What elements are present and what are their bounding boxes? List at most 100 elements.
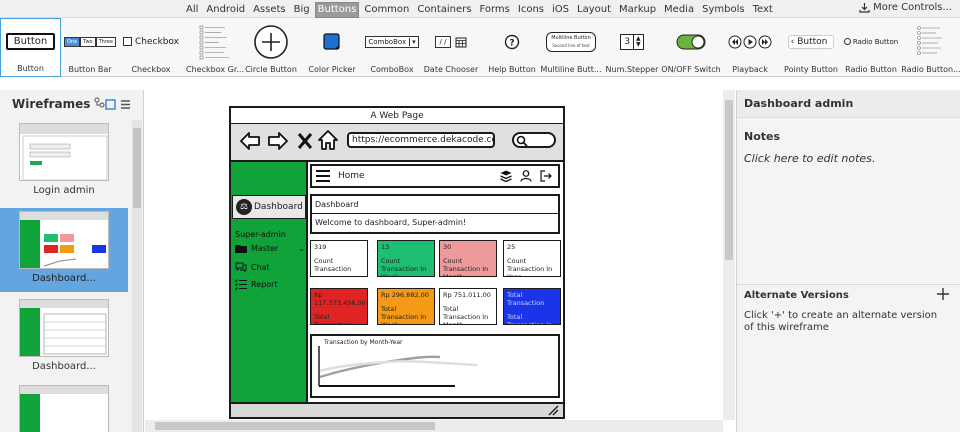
- more-controls-button[interactable]: More Controls...: [859, 2, 952, 13]
- checkbox-icon: [123, 37, 133, 46]
- add-alternate-version-button[interactable]: [936, 286, 950, 305]
- category-tab-markup[interactable]: Markup: [616, 2, 659, 18]
- hamburger-icon: [316, 170, 330, 182]
- lib-radio-preview: Radio Button: [852, 37, 899, 46]
- alternate-versions-heading: Alternate Versions: [744, 290, 849, 301]
- category-tab-containers[interactable]: Containers: [414, 2, 474, 18]
- component-library: Button Button One Two Three Button Bar C…: [0, 18, 960, 77]
- lib-checkbox-group[interactable]: Checkbox Gr...: [184, 18, 246, 77]
- lib-color-picker-label: Color Picker: [308, 65, 356, 74]
- thumb-label: Dashboard...: [32, 273, 96, 284]
- lib-button-bar[interactable]: One Two Three Button Bar: [62, 18, 118, 77]
- wf-menu-chat: Chat: [235, 262, 270, 272]
- thumb-image: [19, 123, 109, 181]
- wf-stat-card: 319 Count Transaction: [310, 240, 368, 277]
- lib-button[interactable]: Button Button: [0, 18, 61, 77]
- wf-stat-value: 30: [443, 243, 452, 251]
- toggle-switch-icon: [676, 34, 706, 49]
- radio-group-icon: [917, 25, 942, 55]
- wf-stat-caption: Count Transaction In Month: [443, 257, 489, 277]
- lib-pointy-preview: Button: [797, 36, 828, 47]
- lib-multiline-button[interactable]: Multiline Button Second line of text Mul…: [540, 18, 602, 77]
- radio-icon: [843, 38, 851, 45]
- wf-role-label: Super-admin: [235, 230, 286, 239]
- wf-chart: Transaction by Month-Year: [310, 334, 560, 398]
- wireframes-scrollbar[interactable]: [132, 120, 142, 432]
- stepper-arrows-icon: ▲ ▼: [633, 34, 643, 49]
- lib-help-button[interactable]: ? Help Button: [486, 18, 538, 77]
- wf-sidebar: ⚖ Dashboard Super-admin Master ⌄ Chat Re…: [231, 162, 308, 402]
- lib-num-stepper[interactable]: 3 ▲ ▼ Num.Stepper: [606, 18, 658, 77]
- wireframe-browser-window[interactable]: A Web Page https://ecommerce.dekacode.co…: [229, 106, 565, 419]
- lib-button-preview: Button: [5, 33, 56, 50]
- wireframe-thumb-4[interactable]: [0, 382, 128, 432]
- wireframe-thumb-login[interactable]: Login admin: [0, 120, 128, 204]
- lib-checkbox[interactable]: Checkbox Checkbox: [120, 18, 182, 77]
- wf-home-label: Home: [338, 171, 365, 181]
- lib-circle-button[interactable]: Circle Button: [245, 18, 297, 77]
- category-tab-icons[interactable]: Icons: [515, 2, 547, 18]
- category-tab-ios[interactable]: iOS: [549, 2, 572, 18]
- wf-browser-toolbar: https://ecommerce.dekacode.co: [231, 124, 563, 162]
- wf-stat-value: 25: [507, 243, 516, 251]
- wf-stat-caption: Total Transaction: [314, 313, 352, 325]
- lib-color-picker[interactable]: Color Picker: [306, 18, 358, 77]
- lib-radio-button-label: Radio Button: [845, 65, 897, 74]
- more-controls-label: More Controls...: [873, 2, 952, 13]
- lib-multiline-button-label: Multiline Butt...: [540, 65, 602, 74]
- wf-stat-value: Total Transaction: [507, 291, 545, 307]
- notes-field[interactable]: Click here to edit notes.: [744, 152, 875, 165]
- lib-date-chooser-label: Date Chooser: [423, 65, 479, 74]
- lib-combobox[interactable]: ComboBox ▾ ComboBox: [364, 18, 420, 77]
- category-tab-android[interactable]: Android: [203, 2, 248, 18]
- wf-topbar: Home: [310, 164, 560, 188]
- lib-button-bar-label: Button Bar: [68, 65, 112, 74]
- list-view-icon[interactable]: [120, 99, 131, 110]
- wf-stat-value: Rp 117.373.458,00: [314, 291, 366, 307]
- wf-brand: ⚖ Dashboard: [232, 195, 306, 219]
- layers-icon: [500, 170, 512, 182]
- wf-menu-label: Master: [251, 244, 279, 253]
- lib-checkbox-label: Checkbox: [131, 65, 171, 74]
- lib-pointy-button[interactable]: ‹ Button Pointy Button: [782, 18, 840, 77]
- lib-playback[interactable]: Playback: [722, 18, 778, 77]
- category-tab-layout[interactable]: Layout: [574, 2, 614, 18]
- wireframe-name[interactable]: Dashboard admin: [737, 90, 960, 118]
- wireframe-thumb-dashboard-2[interactable]: Dashboard...: [0, 296, 128, 380]
- lib-radio-button[interactable]: Radio Button Radio Button: [842, 18, 900, 77]
- wireframe-thumb-dashboard-admin[interactable]: Dashboard...: [0, 208, 128, 292]
- grid-view-icon[interactable]: [105, 98, 117, 110]
- notes-heading: Notes: [744, 130, 781, 143]
- thumb-label: Login admin: [33, 185, 95, 196]
- category-tab-forms[interactable]: Forms: [476, 2, 512, 18]
- canvas-horizontal-scrollbar[interactable]: [145, 420, 723, 432]
- wf-stat-card: Rp 117.373.458,00 Total Transaction: [310, 288, 368, 325]
- wf-stat-card: 30 Count Transaction In Month: [439, 240, 497, 277]
- category-tab-symbols[interactable]: Symbols: [699, 2, 747, 18]
- lib-checkbox-group-label: Checkbox Gr...: [186, 65, 244, 74]
- hierarchy-icon[interactable]: [94, 97, 105, 111]
- checkbox-group-icon: [199, 25, 229, 59]
- lib-date-chooser[interactable]: / / Date Chooser: [424, 18, 478, 77]
- chevron-down-icon: ⌄: [298, 244, 305, 253]
- category-tab-common[interactable]: Common: [361, 2, 412, 18]
- category-tab-assets[interactable]: Assets: [250, 2, 289, 18]
- category-tab-text[interactable]: Text: [750, 2, 776, 18]
- wf-stat-value: 319: [314, 243, 327, 251]
- forward-arrow-icon: [268, 132, 288, 150]
- canvas-vertical-scrollbar[interactable]: [723, 90, 735, 420]
- lib-on-off-switch[interactable]: ON/OFF Switch: [661, 18, 721, 77]
- lib-radio-button-group[interactable]: Radio Button...: [901, 18, 960, 77]
- fast-forward-icon: [758, 35, 772, 48]
- category-tab-all[interactable]: All: [183, 2, 201, 18]
- lib-on-off-label: ON/OFF Switch: [661, 65, 721, 74]
- category-tab-big[interactable]: Big: [291, 2, 313, 18]
- category-tab-media[interactable]: Media: [661, 2, 697, 18]
- plus-icon: [937, 288, 949, 300]
- wf-window-title: A Web Page: [231, 108, 563, 124]
- category-bar: All Android Assets Big Buttons Common Containe…: [0, 0, 960, 18]
- category-tab-buttons[interactable]: Buttons: [314, 2, 360, 18]
- wf-stat-card: Total Transaction Total Transaction In Ye…: [503, 288, 561, 325]
- resize-grip-icon: [548, 405, 559, 416]
- wf-chart-sketch: [318, 346, 478, 387]
